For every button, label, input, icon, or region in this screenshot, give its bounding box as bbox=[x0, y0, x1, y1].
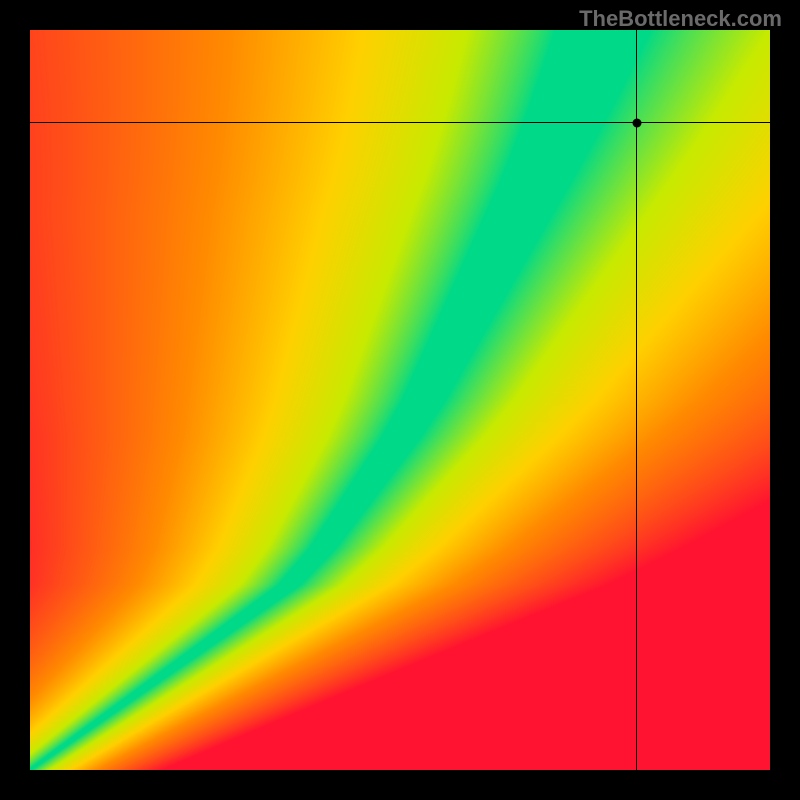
crosshair-vertical bbox=[636, 30, 637, 770]
crosshair-horizontal bbox=[30, 122, 770, 123]
heatmap-plot bbox=[30, 30, 770, 770]
crosshair-marker-dot bbox=[632, 118, 641, 127]
heatmap-canvas bbox=[30, 30, 770, 770]
watermark-text: TheBottleneck.com bbox=[579, 6, 782, 32]
